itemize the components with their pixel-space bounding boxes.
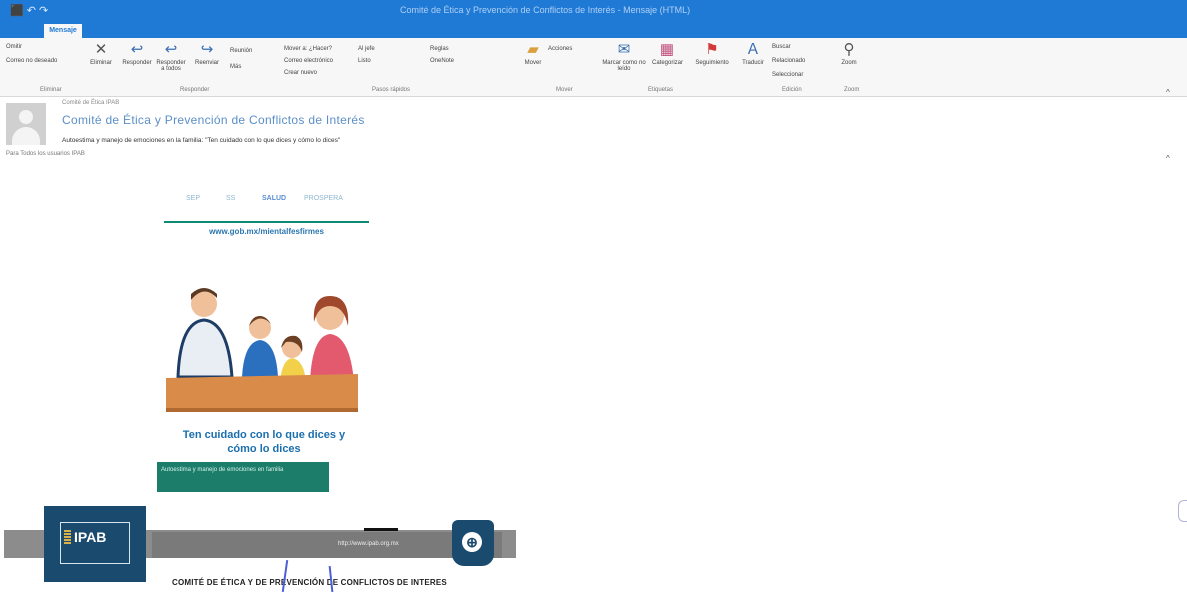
- select-button[interactable]: Seleccionar: [772, 72, 803, 78]
- quickstep-4[interactable]: Al jefe: [358, 46, 375, 52]
- editing-group-label: Edición: [782, 87, 802, 93]
- quickstep-5[interactable]: Listo: [358, 58, 371, 64]
- categorize-label: Categorizar: [652, 60, 684, 66]
- partner-logos: SEP SS SALUD PROSPERA: [164, 190, 369, 216]
- committee-badge: ⊕: [452, 520, 494, 566]
- avatar: [6, 103, 46, 145]
- recipients-line: Para Todos los usuarios IPAB: [6, 151, 85, 157]
- tagline-line-2: cómo lo dices: [227, 443, 301, 455]
- tagline-line-1: Ten cuidado con lo que dices y: [182, 429, 346, 441]
- globe-icon: ⊕: [462, 532, 482, 552]
- forward-icon: ↪: [200, 41, 214, 58]
- table: [166, 374, 358, 412]
- find-button[interactable]: Buscar: [772, 44, 791, 50]
- message-preview: Autoestima y manejo de emociones en la f…: [62, 137, 341, 144]
- footer-bar-inner: [152, 532, 502, 558]
- window-title: Comité de Ética y Prevención de Conflict…: [400, 5, 691, 15]
- delete-button[interactable]: ✕ Eliminar: [86, 41, 116, 67]
- ipab-logo-text: IPAB: [64, 529, 106, 545]
- delete-label: Eliminar: [90, 60, 112, 66]
- partner-logo-2: SS: [226, 195, 236, 202]
- translate-button[interactable]: Ａ Traducir: [738, 41, 768, 67]
- actions-button[interactable]: Acciones: [548, 46, 572, 52]
- partner-logo-3: SALUD: [262, 195, 287, 202]
- folder-icon: ▰: [527, 41, 539, 58]
- category-icon: ▦: [659, 41, 675, 58]
- reply-all-button[interactable]: ↩ Responder a todos: [156, 41, 186, 73]
- reply-label: Responder: [122, 60, 152, 66]
- reply-icon: ↩: [130, 41, 144, 58]
- partner-logo-4: PROSPERA: [304, 195, 343, 202]
- move-group-label: Mover: [556, 87, 573, 93]
- follow-up-button[interactable]: ⚑ Seguimiento: [690, 41, 734, 67]
- message-subject: Comité de Ética y Prevención de Conflict…: [62, 113, 365, 127]
- zoom-label: Zoom: [841, 60, 857, 66]
- quickstep-3[interactable]: Crear nuevo: [284, 70, 317, 76]
- ipab-logo: IPAB: [44, 506, 146, 582]
- family-illustration: [166, 282, 358, 412]
- reply-all-label: Responder a todos: [156, 60, 186, 72]
- ignore-button[interactable]: Omitir: [6, 44, 22, 50]
- zoom-button[interactable]: ⚲ Zoom: [834, 41, 864, 67]
- translate-icon: Ａ: [745, 41, 761, 58]
- campaign-cta-button[interactable]: Autoestima y manejo de emociones en fami…: [157, 462, 329, 492]
- reply-all-icon: ↩: [164, 41, 178, 58]
- tags-group-label: Etiquetas: [648, 87, 674, 93]
- avatar-head-shape: [19, 110, 33, 124]
- quickstep-1[interactable]: Mover a: ¿Hacer?: [284, 46, 332, 52]
- avatar-body-shape: [12, 127, 40, 145]
- title-bar: ⬛ ↶ ↷ Comité de Ética y Prevención de Co…: [0, 0, 1187, 22]
- collapse-ribbon-icon[interactable]: ^: [1166, 88, 1170, 97]
- respond-group-label: Responder: [180, 87, 210, 93]
- edge-mark: [1178, 500, 1187, 522]
- partner-logo-1: SEP: [186, 195, 201, 202]
- more-respond-button[interactable]: Más: [230, 64, 241, 70]
- rules-button[interactable]: Reglas: [430, 46, 449, 52]
- campaign-tagline: Ten cuidado con lo que dices y cómo lo d…: [160, 428, 368, 456]
- table-edge: [166, 408, 358, 412]
- mark-unread-label: Marcar como no leído: [602, 60, 646, 72]
- magnifier-icon: ⚲: [843, 41, 855, 58]
- footer-accent-line: [364, 528, 398, 531]
- collapse-header-icon[interactable]: ^: [1166, 154, 1170, 163]
- move-button[interactable]: ▰ Mover: [518, 41, 548, 67]
- divider-line: [164, 221, 369, 223]
- flag-icon: ⚑: [705, 41, 719, 58]
- forward-button[interactable]: ↪ Reenviar: [192, 41, 222, 67]
- zoom-group-label: Zoom: [844, 87, 860, 93]
- cta-label: Autoestima y manejo de emociones en fami…: [161, 467, 284, 473]
- ribbon: Omitir Correo no deseado ✕ Eliminar Elim…: [0, 38, 1187, 97]
- committee-caption: COMITÉ DE ÉTICA Y DE PREVENCIÓN DE CONFL…: [172, 578, 447, 587]
- mark-unread-button[interactable]: ✉ Marcar como no leído: [598, 41, 650, 73]
- footer-url-link[interactable]: http://www.ipab.org.mx: [338, 541, 399, 547]
- tab-message[interactable]: Mensaje: [44, 24, 82, 38]
- envelope-icon: ✉: [617, 41, 631, 58]
- sender-name: Comité de Ética IPAB: [62, 100, 120, 106]
- follow-up-label: Seguimiento: [695, 60, 729, 66]
- campaign-url-link[interactable]: www.gob.mx/mientalfesfirmes: [164, 227, 369, 236]
- delete-x-icon: ✕: [94, 41, 108, 58]
- junk-button[interactable]: Correo no deseado: [6, 58, 57, 64]
- forward-label: Reenviar: [194, 60, 219, 66]
- pen-mark-1: [281, 560, 289, 592]
- quick-steps-group-label: Pasos rápidos: [372, 87, 411, 93]
- quickstep-2[interactable]: Correo electrónico: [284, 58, 333, 64]
- categorize-button[interactable]: ▦ Categorizar: [652, 41, 684, 67]
- related-button[interactable]: Relacionado: [772, 58, 805, 64]
- ribbon-tab-row: [0, 22, 1187, 38]
- meeting-button[interactable]: Reunión: [230, 48, 252, 54]
- quick-access-icons[interactable]: ⬛ ↶ ↷: [10, 4, 48, 17]
- reply-button[interactable]: ↩ Responder: [122, 41, 152, 67]
- move-label: Mover: [524, 60, 542, 66]
- onenote-button[interactable]: OneNote: [430, 58, 454, 64]
- translate-label: Traducir: [742, 60, 764, 66]
- delete-group-label: Eliminar: [40, 87, 62, 93]
